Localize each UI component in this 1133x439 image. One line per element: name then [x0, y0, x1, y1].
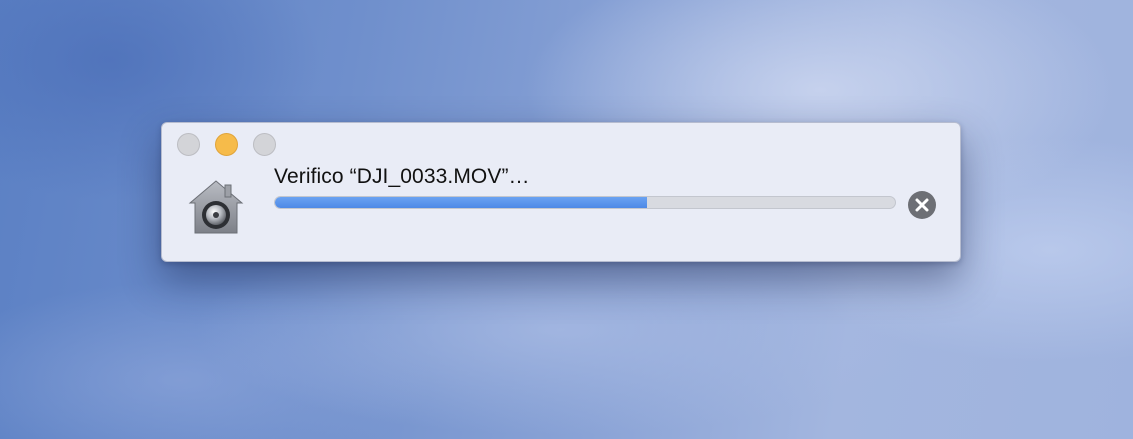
verification-status-text: Verifico “DJI_0033.MOV”…	[274, 165, 530, 188]
verification-progress-bar	[274, 196, 896, 209]
close-circle-icon	[909, 192, 935, 218]
window-controls	[177, 133, 276, 156]
verification-dialog: Verifico “DJI_0033.MOV”…	[161, 122, 961, 262]
zoom-window-button[interactable]	[253, 133, 276, 156]
progress-bar-fill	[275, 197, 647, 208]
close-window-button[interactable]	[177, 133, 200, 156]
gatekeeper-house-icon	[186, 177, 246, 237]
stop-verification-button[interactable]	[908, 191, 936, 219]
minimize-window-button[interactable]	[215, 133, 238, 156]
desktop-background: Verifico “DJI_0033.MOV”…	[0, 0, 1133, 439]
